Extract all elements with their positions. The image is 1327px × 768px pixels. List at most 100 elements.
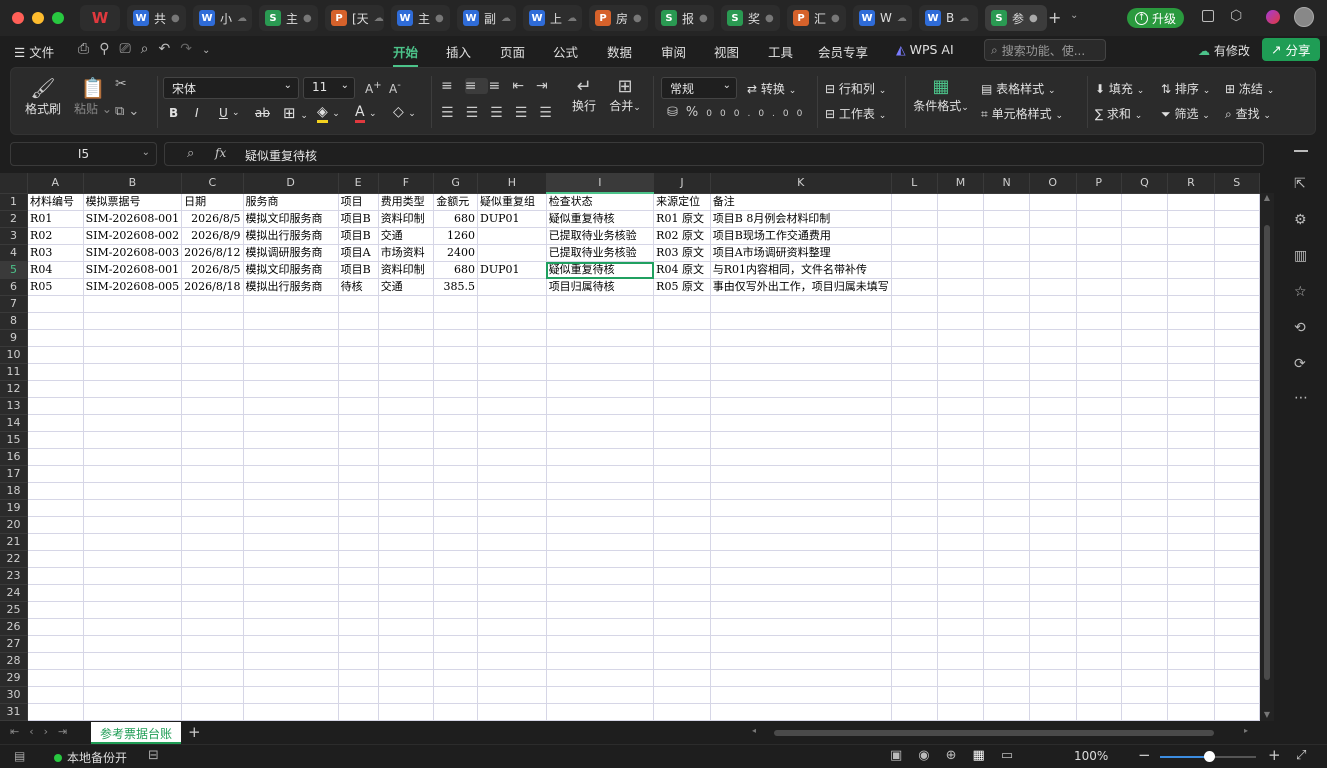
cell[interactable]: [1076, 329, 1122, 347]
cell[interactable]: [653, 703, 711, 721]
cell[interactable]: [338, 414, 379, 432]
align-center-icon[interactable]: ☰: [466, 105, 491, 121]
h-scroll-thumb[interactable]: [774, 730, 1214, 736]
cell[interactable]: R04 原文: [653, 261, 711, 279]
cell[interactable]: 备注: [710, 193, 892, 211]
cell[interactable]: [1214, 295, 1260, 313]
cell[interactable]: [1167, 210, 1215, 228]
cell[interactable]: [1121, 295, 1169, 313]
cell[interactable]: [1029, 397, 1077, 415]
cell[interactable]: [1167, 567, 1215, 585]
cell[interactable]: [546, 686, 655, 704]
cell[interactable]: [891, 448, 938, 466]
filter-button[interactable]: ⏷ 筛选 ⌄: [1161, 105, 1210, 122]
cell[interactable]: [1167, 533, 1215, 551]
unsaved-dot-icon[interactable]: ●: [171, 13, 180, 24]
cell[interactable]: [1121, 686, 1169, 704]
cell[interactable]: [1121, 669, 1169, 687]
cell[interactable]: [1121, 431, 1169, 449]
cell[interactable]: [338, 635, 379, 653]
cell[interactable]: [477, 346, 547, 364]
cell[interactable]: [1029, 703, 1077, 721]
vertical-scrollbar[interactable]: ▲ ▼: [1260, 193, 1274, 721]
cell[interactable]: [1029, 465, 1077, 483]
cell[interactable]: [433, 465, 478, 483]
currency-icon[interactable]: ⛁: [667, 105, 686, 120]
cell[interactable]: [181, 686, 244, 704]
cell[interactable]: [653, 652, 711, 670]
cell[interactable]: [1121, 397, 1169, 415]
unsaved-dot-icon[interactable]: ●: [831, 13, 840, 24]
cell[interactable]: [653, 448, 711, 466]
cell[interactable]: 项目B: [338, 227, 379, 245]
formula-input[interactable]: ⌕ fx 疑似重复待核: [164, 142, 1264, 166]
cell[interactable]: [1121, 210, 1169, 228]
cell[interactable]: [937, 601, 985, 619]
cell[interactable]: [1029, 448, 1077, 466]
cell[interactable]: [1076, 346, 1122, 364]
cell[interactable]: [710, 669, 892, 687]
cell[interactable]: [891, 652, 938, 670]
cell[interactable]: [653, 550, 711, 568]
doc-tab[interactable]: P 房 ●: [589, 5, 648, 31]
cell[interactable]: [937, 193, 985, 211]
cell[interactable]: [433, 533, 478, 551]
row-header[interactable]: 22: [0, 550, 29, 568]
cell[interactable]: [653, 601, 711, 619]
row-header[interactable]: 2: [0, 210, 29, 228]
underline-chevron-icon[interactable]: ⌄: [232, 108, 240, 118]
cell[interactable]: [181, 601, 244, 619]
cell[interactable]: [83, 295, 183, 313]
cell[interactable]: [338, 380, 379, 398]
doc-tab[interactable]: P [天 ☁: [325, 5, 384, 31]
cell[interactable]: [338, 703, 379, 721]
cell[interactable]: [1121, 601, 1169, 619]
cell[interactable]: [1029, 601, 1077, 619]
cell[interactable]: [983, 618, 1030, 636]
cell[interactable]: [433, 448, 478, 466]
column-header[interactable]: E: [338, 173, 379, 194]
cell[interactable]: [477, 431, 547, 449]
cell[interactable]: [83, 516, 183, 534]
cell[interactable]: [1076, 193, 1122, 211]
cell[interactable]: [891, 261, 938, 279]
scroll-up-icon[interactable]: ▲: [1260, 193, 1274, 202]
cell[interactable]: 2026/8/12: [181, 244, 244, 262]
row-header[interactable]: 29: [0, 669, 29, 687]
cell[interactable]: [1076, 244, 1122, 262]
cell[interactable]: [243, 346, 339, 364]
sort-button[interactable]: ⇅ 排序 ⌄: [1161, 80, 1210, 97]
cell[interactable]: [181, 567, 244, 585]
cell[interactable]: [1076, 448, 1122, 466]
column-header[interactable]: C: [181, 173, 244, 194]
cell[interactable]: [378, 499, 435, 517]
cell[interactable]: [983, 414, 1030, 432]
cell[interactable]: [1167, 499, 1215, 517]
cell[interactable]: [378, 669, 435, 687]
cell[interactable]: [1121, 533, 1169, 551]
cell[interactable]: [1121, 448, 1169, 466]
collapse-icon[interactable]: [1294, 150, 1308, 152]
cell[interactable]: [1167, 414, 1215, 432]
cell[interactable]: [83, 652, 183, 670]
cell[interactable]: [338, 601, 379, 619]
cell[interactable]: [1029, 312, 1077, 330]
cell[interactable]: [83, 584, 183, 602]
cell[interactable]: [546, 380, 655, 398]
cell[interactable]: [1214, 601, 1260, 619]
cell[interactable]: [937, 380, 985, 398]
cell[interactable]: [1029, 244, 1077, 262]
cell[interactable]: [710, 635, 892, 653]
cell[interactable]: [710, 431, 892, 449]
cell[interactable]: [378, 312, 435, 330]
cell[interactable]: [181, 516, 244, 534]
cell[interactable]: [338, 397, 379, 415]
cut-icon[interactable]: ✂: [115, 76, 127, 92]
cell[interactable]: [546, 601, 655, 619]
cell[interactable]: [891, 244, 938, 262]
cell[interactable]: [1121, 465, 1169, 483]
row-header[interactable]: 13: [0, 397, 29, 415]
cell[interactable]: 交通: [378, 227, 435, 245]
prev-sheet-icon[interactable]: ‹: [29, 725, 43, 738]
cell[interactable]: 疑似重复待核: [546, 210, 655, 228]
